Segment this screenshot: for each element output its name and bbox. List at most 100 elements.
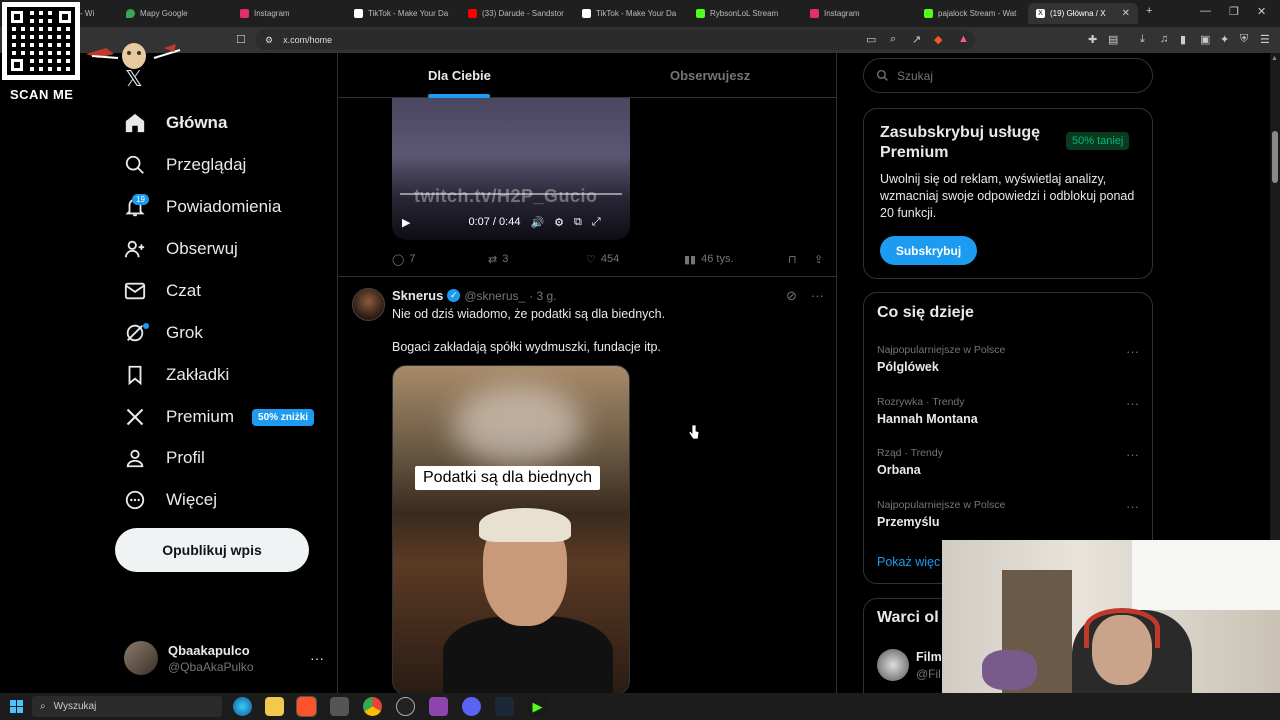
volume-icon[interactable]: 🔊 bbox=[530, 216, 544, 229]
trend-item[interactable]: Rząd · Trendy Orbana ··· bbox=[877, 447, 1147, 477]
browser-tab[interactable]: TikTok - Make Your Da bbox=[574, 3, 682, 24]
account-switcher[interactable]: Qbaakapulco @QbaAkaPulko ··· bbox=[124, 638, 324, 678]
x-logo-icon[interactable]: 𝕏 bbox=[125, 66, 143, 92]
browser-tab[interactable]: Instagram bbox=[802, 3, 910, 24]
chrome-icon[interactable] bbox=[363, 697, 382, 716]
more-dots-icon[interactable]: ··· bbox=[811, 288, 824, 304]
views-button[interactable]: ▮▮ 46 tys. bbox=[684, 253, 788, 266]
trend-item[interactable]: Rozrywka · Trendy Hannah Montana ··· bbox=[877, 396, 1147, 426]
tab-search-icon[interactable]: ▤ bbox=[1108, 33, 1118, 46]
edge-icon[interactable] bbox=[233, 697, 252, 716]
share-icon[interactable]: ↗ bbox=[912, 33, 921, 46]
brave-icon[interactable] bbox=[296, 696, 317, 717]
suggested-account-name[interactable]: Film bbox=[916, 650, 942, 664]
windows-start-icon[interactable] bbox=[10, 700, 23, 713]
steam-icon[interactable] bbox=[495, 697, 514, 716]
bookmark-page-icon[interactable]: ☐ bbox=[236, 33, 246, 46]
zoom-icon[interactable]: ⌕ bbox=[890, 33, 896, 46]
avatar[interactable] bbox=[877, 649, 909, 681]
close-window-icon[interactable]: ✕ bbox=[1257, 5, 1266, 18]
vpn-icon[interactable]: ⛨ bbox=[1240, 33, 1248, 46]
more-dots-icon[interactable]: ··· bbox=[310, 650, 324, 666]
nav-follow[interactable]: Obserwuj bbox=[122, 231, 238, 267]
browser-tab-active[interactable]: X (19) Główna / X ✕ bbox=[1028, 3, 1138, 24]
more-dots-icon[interactable]: ··· bbox=[1126, 396, 1139, 411]
nav-label: Czat bbox=[166, 281, 201, 300]
site-settings-icon[interactable]: ⚙ bbox=[265, 35, 273, 46]
search-placeholder: Szukaj bbox=[897, 68, 934, 83]
fullscreen-icon[interactable]: ⤢ bbox=[592, 216, 601, 229]
media-icon[interactable]: ♫ bbox=[1160, 33, 1168, 45]
brave-rewards-icon[interactable]: ▲ bbox=[958, 33, 969, 45]
browser-tab[interactable]: Instagram bbox=[232, 3, 340, 24]
close-tab-icon[interactable]: ✕ bbox=[1122, 8, 1130, 19]
nav-bookmarks[interactable]: Zakładki bbox=[122, 357, 229, 393]
play-icon[interactable]: ▶ bbox=[402, 216, 410, 229]
menu-icon[interactable]: ☰ bbox=[1260, 33, 1270, 46]
trend-item[interactable]: Najpopularniejsze w Polsce Pólglówek ··· bbox=[877, 344, 1147, 374]
like-button[interactable]: ♡ 454 bbox=[586, 253, 684, 266]
app-icon[interactable] bbox=[429, 697, 448, 716]
reply-button[interactable]: ◯ 7 bbox=[392, 253, 488, 266]
video-progress-bar[interactable] bbox=[400, 193, 622, 195]
author-name[interactable]: Sknerus bbox=[392, 288, 443, 303]
nav-chat[interactable]: Czat bbox=[122, 273, 201, 309]
bookmark-tweet-icon[interactable]: ⊓ bbox=[788, 253, 814, 266]
taskbar-search[interactable]: ⌕ Wyszukaj bbox=[32, 696, 222, 717]
tab-following[interactable]: Obserwujesz bbox=[670, 53, 750, 98]
search-input[interactable]: Szukaj bbox=[863, 58, 1153, 93]
more-dots-icon[interactable]: ··· bbox=[1126, 447, 1139, 462]
video-time: 0:07 / 0:44 bbox=[468, 216, 521, 228]
trend-item[interactable]: Najpopularniejsze w Polsce Przemyślu ··· bbox=[877, 499, 1147, 529]
settings-icon[interactable]: ⚙ bbox=[554, 216, 564, 229]
scroll-up-icon[interactable]: ▲ bbox=[1271, 55, 1278, 62]
cast-icon[interactable]: ▭ bbox=[866, 33, 876, 46]
downloads-icon[interactable]: ⤓ bbox=[1140, 33, 1145, 46]
more-dots-icon[interactable]: ··· bbox=[1126, 344, 1139, 359]
leo-icon[interactable]: ✦ bbox=[1220, 33, 1229, 46]
repost-button[interactable]: ⇄ 3 bbox=[488, 253, 586, 266]
nav-profile[interactable]: Profil bbox=[122, 440, 205, 476]
post-button[interactable]: Opublikuj wpis bbox=[115, 528, 309, 572]
tab-for-you[interactable]: Dla Ciebie bbox=[428, 53, 491, 98]
more-dots-icon[interactable]: ··· bbox=[1126, 499, 1139, 514]
browser-tab[interactable]: (33) Darude - Sandstor bbox=[460, 3, 568, 24]
share-tweet-icon[interactable]: ⇪ bbox=[814, 253, 823, 266]
tweet-timestamp[interactable]: · 3 g. bbox=[529, 289, 556, 303]
video-player[interactable]: twitch.tv/H2P_Gucio ▶ 0:07 / 0:44 🔊 ⚙ ⧉ … bbox=[392, 98, 630, 240]
browser-tab[interactable]: TikTok - Make Your Da bbox=[346, 3, 454, 24]
restore-icon[interactable]: ❐ bbox=[1229, 5, 1239, 18]
tweet-video[interactable]: Podatki są dla biednych bbox=[392, 365, 630, 695]
pip-icon[interactable]: ⧉ bbox=[574, 216, 582, 229]
minimize-icon[interactable]: — bbox=[1200, 5, 1211, 17]
repost-icon: ⇄ bbox=[488, 253, 498, 266]
nav-home[interactable]: Główna bbox=[122, 105, 227, 141]
video-person-cap bbox=[479, 508, 571, 542]
browser-tab[interactable]: Mapy Google bbox=[118, 3, 226, 24]
avatar[interactable] bbox=[352, 288, 385, 321]
nav-explore[interactable]: Przeglądaj bbox=[122, 147, 246, 183]
nav-label: Zakładki bbox=[166, 365, 230, 384]
browser-tab[interactable]: RybsonLoL Stream bbox=[688, 3, 796, 24]
brave-shield-icon[interactable]: ◆ bbox=[934, 33, 942, 46]
nav-premium[interactable]: Premium 50% zniżki bbox=[122, 399, 315, 435]
nav-grok[interactable]: Grok bbox=[122, 315, 203, 351]
discord-icon[interactable] bbox=[462, 697, 481, 716]
new-tab-icon[interactable]: + bbox=[1146, 5, 1152, 17]
subscribe-button[interactable]: Subskrybuj bbox=[880, 236, 977, 265]
extensions-icon[interactable]: ✚ bbox=[1088, 33, 1097, 46]
scroll-thumb[interactable] bbox=[1272, 131, 1278, 183]
author-handle[interactable]: @sknerus_ bbox=[464, 289, 525, 303]
browser-tab[interactable]: pajalock Stream - Wat bbox=[916, 3, 1024, 24]
grok-explain-icon[interactable]: ⊘ bbox=[786, 288, 797, 304]
nav-notifications[interactable]: 19 Powiadomienia bbox=[122, 189, 281, 225]
nav-more[interactable]: Więcej bbox=[122, 482, 217, 518]
app-icon[interactable] bbox=[330, 697, 349, 716]
sidebar-icon[interactable]: ▮ bbox=[1180, 33, 1186, 46]
obs-icon[interactable] bbox=[396, 697, 415, 716]
show-more-link[interactable]: Pokaż więc bbox=[877, 555, 940, 569]
qr-finder bbox=[7, 7, 27, 27]
kick-app-icon[interactable]: ▶ bbox=[528, 697, 547, 716]
wallet-icon[interactable]: ▣ bbox=[1200, 33, 1210, 46]
file-explorer-icon[interactable] bbox=[265, 697, 284, 716]
